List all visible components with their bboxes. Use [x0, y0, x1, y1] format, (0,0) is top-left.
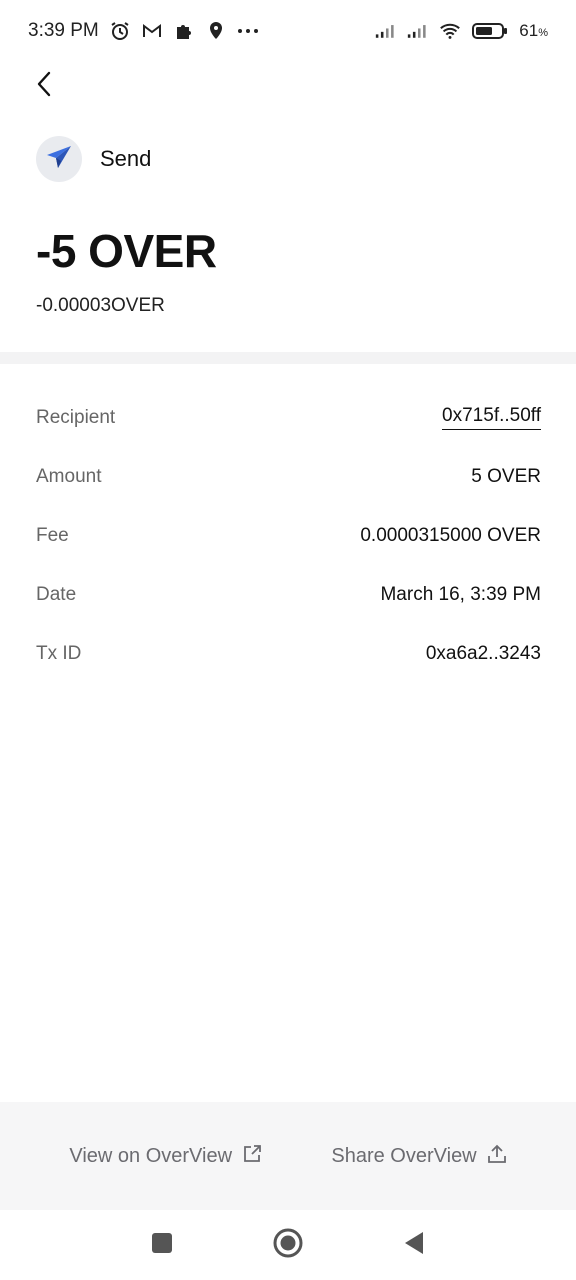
share-upload-icon	[487, 1144, 507, 1169]
back-button[interactable]	[24, 66, 64, 106]
status-right: 61%	[375, 20, 548, 42]
external-link-icon	[242, 1144, 262, 1169]
recent-apps-button[interactable]	[145, 1228, 179, 1262]
amount-main: -5 OVER	[36, 225, 217, 277]
view-on-overview-button[interactable]: View on OverView	[69, 1144, 262, 1169]
status-bar: 3:39 PM 61%	[0, 0, 576, 62]
amount-sub: -0.00003OVER	[36, 295, 165, 316]
detail-row-recipient: Recipient 0x715f..50ff	[36, 388, 541, 447]
gmail-icon	[141, 20, 163, 42]
tx-id-value[interactable]: 0xa6a2..3243	[426, 643, 541, 665]
recent-apps-icon	[150, 1231, 174, 1260]
status-time: 3:39 PM	[28, 20, 99, 41]
detail-row-amount: Amount 5 OVER	[36, 447, 541, 506]
location-icon	[205, 20, 227, 42]
system-nav-bar	[0, 1210, 576, 1280]
back-nav-button[interactable]	[397, 1228, 431, 1262]
share-overview-label: Share OverView	[331, 1144, 477, 1167]
detail-label: Tx ID	[36, 642, 82, 664]
detail-label: Amount	[36, 465, 102, 487]
transaction-detail-screen: 3:39 PM 61% Send -5 OVER -0.00003OVER Re…	[0, 0, 576, 1280]
detail-row-fee: Fee 0.0000315000 OVER	[36, 506, 541, 565]
action-bar: View on OverView Share OverView	[0, 1102, 576, 1210]
details-list: Recipient 0x715f..50ff Amount 5 OVER Fee…	[36, 388, 541, 683]
recipient-address-link[interactable]: 0x715f..50ff	[442, 405, 541, 430]
chevron-left-icon	[34, 70, 54, 103]
signal-icon	[375, 20, 397, 42]
home-button[interactable]	[271, 1228, 305, 1262]
detail-value: 0.0000315000 OVER	[360, 524, 541, 546]
back-triangle-icon	[403, 1230, 425, 1261]
type-label: Send	[100, 146, 152, 171]
detail-value: 5 OVER	[471, 465, 541, 487]
wifi-icon	[439, 20, 461, 42]
puzzle-icon	[173, 20, 195, 42]
detail-row-date: Date March 16, 3:39 PM	[36, 565, 541, 624]
alarm-icon	[109, 20, 131, 42]
battery-icon	[471, 20, 509, 42]
battery-percent: 61%	[519, 21, 548, 40]
share-overview-button[interactable]: Share OverView	[331, 1144, 506, 1169]
home-icon	[272, 1227, 304, 1264]
detail-value: March 16, 3:39 PM	[380, 583, 541, 605]
detail-label: Date	[36, 583, 77, 605]
section-divider	[0, 352, 576, 364]
detail-label: Recipient	[36, 406, 116, 428]
signal-icon	[407, 20, 429, 42]
type-avatar	[36, 136, 82, 182]
detail-row-txid: Tx ID 0xa6a2..3243	[36, 624, 541, 683]
view-on-overview-label: View on OverView	[69, 1144, 233, 1167]
transaction-type: Send	[36, 136, 151, 182]
paper-plane-icon	[45, 144, 73, 175]
status-left: 3:39 PM	[28, 20, 259, 42]
more-dots-icon	[237, 20, 259, 42]
detail-label: Fee	[36, 524, 69, 546]
